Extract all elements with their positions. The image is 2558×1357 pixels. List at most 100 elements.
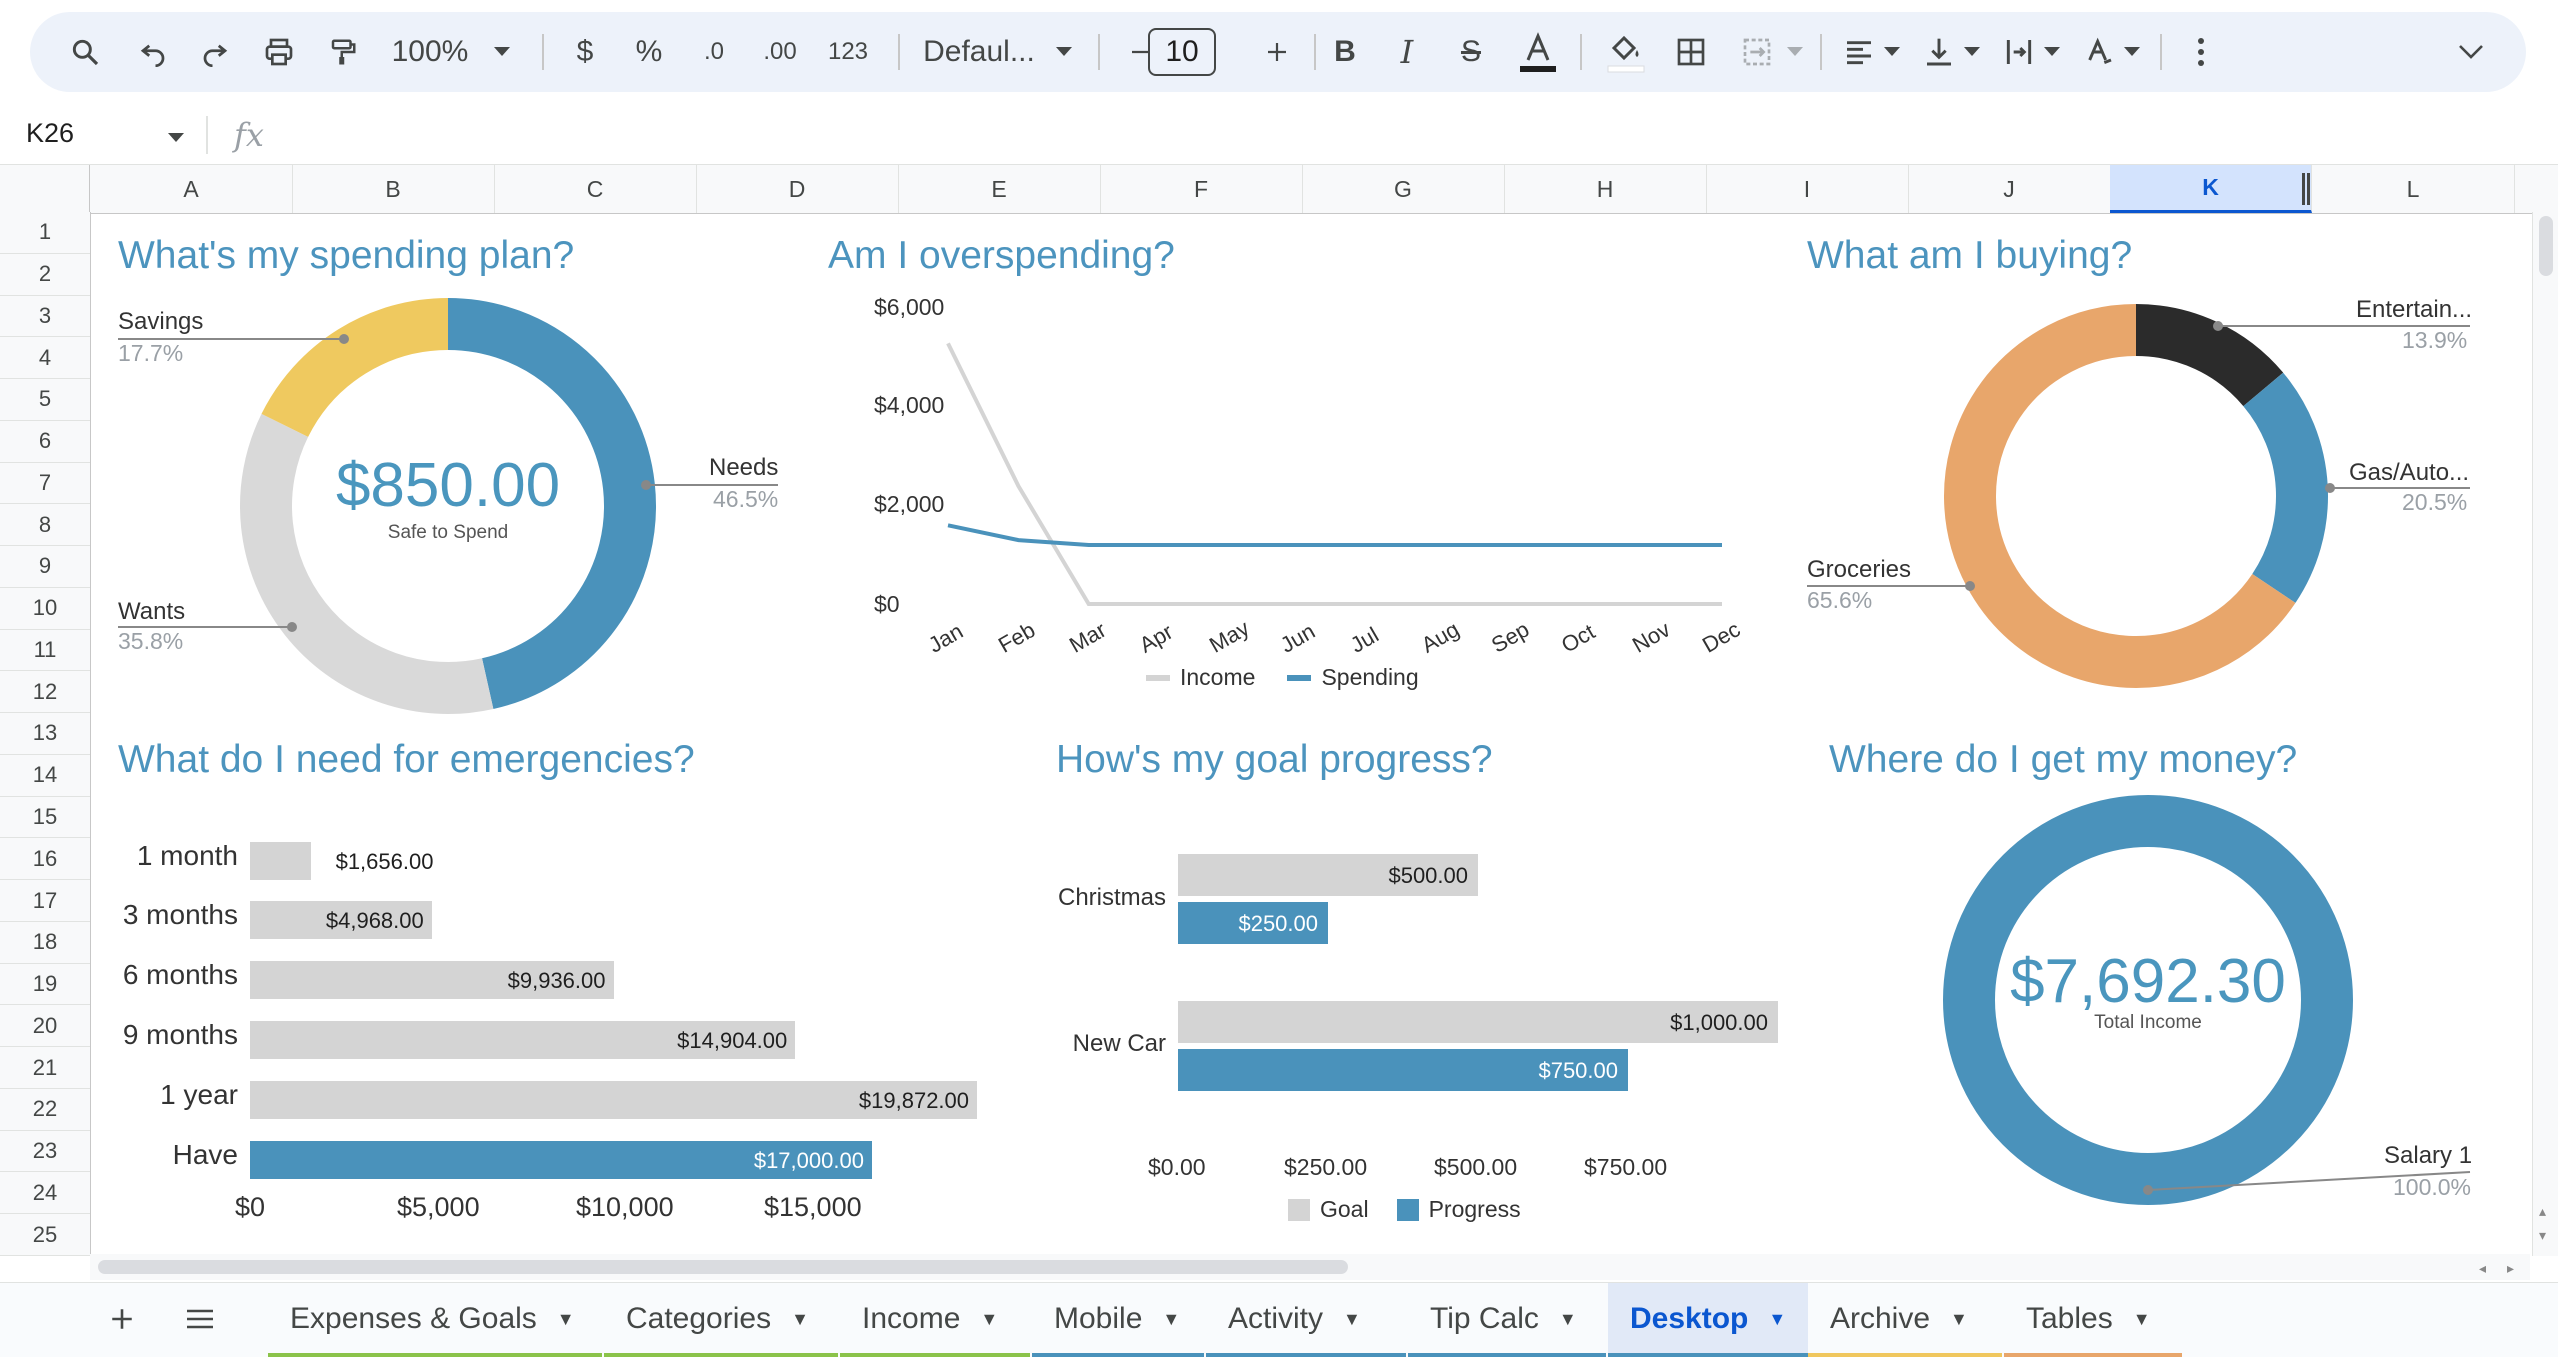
goal-value-christmas-goal: $500.00 — [1388, 863, 1468, 888]
sheet-tab-label: Activity — [1228, 1302, 1324, 1335]
all-sheets-icon[interactable] — [178, 1297, 222, 1341]
sheet-tab-label: Tables — [2026, 1302, 2113, 1335]
horizontal-scroll-thumb[interactable] — [98, 1260, 1348, 1274]
emergency-label-1-year: 1 year — [160, 1079, 238, 1110]
progress-legend-swatch — [1396, 1198, 1419, 1221]
y-tick-0: $0 — [874, 591, 900, 617]
sheet-tab-label: Desktop — [1630, 1302, 1749, 1335]
emergency-value-9-months: $14,904.00 — [677, 1028, 788, 1053]
emergency-value-1-month: $1,656.00 — [335, 849, 434, 874]
total-income-value: $7,692.30 — [2010, 947, 2286, 1016]
emergency-value-1-year: $19,872.00 — [858, 1088, 970, 1113]
emergency-bar-1-month[interactable] — [250, 842, 311, 880]
horizontal-scrollbar[interactable]: ◂ ▸ — [90, 1254, 2530, 1280]
sheet-tab-color-strip — [604, 1353, 838, 1357]
salary-label: Salary 1 — [2384, 1142, 2473, 1169]
sheet-tab-menu-icon[interactable]: ▼ — [2133, 1309, 2151, 1330]
sheet-tab-color-strip — [1032, 1353, 1204, 1357]
savings-pct: 17.7% — [118, 340, 184, 366]
sheet-tab-menu-icon[interactable]: ▼ — [1162, 1309, 1180, 1330]
sheet-tab-tables[interactable]: Tables ▼ — [2004, 1283, 2182, 1355]
safe-to-spend-value: $850.00 — [335, 451, 561, 520]
sheet-tab-menu-icon[interactable]: ▼ — [1768, 1309, 1786, 1330]
emergency-label-3-months: 3 months — [122, 899, 238, 930]
needs-pct: 46.5% — [713, 486, 779, 512]
vertical-scroll-thumb[interactable] — [2539, 216, 2553, 276]
goal-value-christmas-progress: $250.00 — [1238, 911, 1318, 936]
sheet-tab-menu-icon[interactable]: ▼ — [557, 1309, 575, 1330]
sheet-tab-tip-calc[interactable]: Tip Calc ▼ — [1408, 1283, 1606, 1355]
sheet-tab-mobile[interactable]: Mobile ▼ — [1032, 1283, 1204, 1355]
needs-label: Needs — [709, 454, 779, 481]
spending-legend-label: Spending — [1321, 664, 1419, 690]
y-tick-2000: $2,000 — [874, 491, 945, 517]
sheet-tab-label: Mobile — [1054, 1302, 1143, 1335]
safe-to-spend-label: Safe to Spend — [387, 522, 509, 543]
sheet-tab-label: Categories — [626, 1302, 772, 1335]
goal-x-tick-0: $0.00 — [1148, 1154, 1206, 1180]
sheet-tab-menu-icon[interactable]: ▼ — [1950, 1309, 1968, 1330]
overspending-legend: Income Spending — [1146, 664, 1419, 691]
emg-x-tick-0: $0 — [235, 1192, 266, 1222]
emergency-label-6-months: 6 months — [122, 959, 238, 990]
groceries-label: Groceries — [1807, 556, 1912, 583]
goal-value-new-car-goal: $1,000.00 — [1670, 1010, 1768, 1035]
income-legend-label: Income — [1180, 664, 1256, 690]
emergency-label-9-months: 9 months — [122, 1019, 238, 1050]
wants-pct: 35.8% — [118, 628, 184, 654]
spending-legend-swatch — [1287, 674, 1312, 681]
emergency-value-have: $17,000.00 — [753, 1148, 864, 1173]
sheet-tab-label: Archive — [1830, 1302, 1931, 1335]
progress-legend-label: Progress — [1428, 1196, 1521, 1222]
goal-x-tick-250: $250.00 — [1284, 1154, 1368, 1180]
wants-leader-dot — [287, 622, 297, 632]
scroll-right-icon[interactable]: ▸ — [2507, 1260, 2514, 1277]
emergencies-title: What do I need for emergencies? — [118, 738, 695, 781]
wants-label: Wants — [118, 598, 186, 625]
goal-x-tick-750: $750.00 — [1584, 1154, 1668, 1180]
sheet-tab-label: Expenses & Goals — [290, 1302, 537, 1335]
vertical-scrollbar[interactable]: ▴ ▾ — [2532, 212, 2558, 1256]
sheet-tab-label: Tip Calc — [1430, 1302, 1539, 1335]
emg-x-tick-5000: $5,000 — [397, 1192, 480, 1222]
income-legend-swatch — [1146, 674, 1170, 681]
sheet-tab-bar: Expenses & Goals ▼ Categories ▼ Income ▼ Mobil… — [0, 1282, 2558, 1357]
sheet-tab-desktop[interactable]: Desktop ▼ — [1608, 1283, 1808, 1355]
groceries-pct: 65.6% — [1807, 587, 1873, 613]
sheet-tab-income[interactable]: Income ▼ — [840, 1283, 1030, 1355]
add-sheet-icon[interactable] — [100, 1297, 144, 1341]
emg-x-tick-15000: $15,000 — [764, 1192, 862, 1222]
sheet-tab-label: Income — [862, 1302, 961, 1335]
scroll-up-icon[interactable]: ▴ — [2539, 1203, 2546, 1220]
sheet-tab-menu-icon[interactable]: ▼ — [980, 1309, 998, 1330]
goal-progress-title: How's my goal progress? — [1056, 738, 1493, 781]
emg-x-tick-10000: $10,000 — [576, 1192, 674, 1222]
emergency-value-6-months: $9,936.00 — [507, 968, 606, 993]
goal-label-christmas: Christmas — [1057, 884, 1166, 911]
goal-legend: Goal Progress — [1288, 1196, 1521, 1223]
total-income-label: Total Income — [2094, 1012, 2202, 1033]
sheet-tab-menu-icon[interactable]: ▼ — [1559, 1309, 1577, 1330]
sheet-tab-activity[interactable]: Activity ▼ — [1206, 1283, 1406, 1355]
gas-pct: 20.5% — [2402, 489, 2468, 515]
overspending-title: Am I overspending? — [828, 234, 1175, 277]
sheet-tab-expenses-goals[interactable]: Expenses & Goals ▼ — [268, 1283, 602, 1355]
goal-label-new-car: New Car — [1072, 1030, 1166, 1057]
entertain-label: Entertain... — [2356, 296, 2473, 323]
sheet-tab-color-strip — [1206, 1353, 1406, 1357]
sheet-tab-categories[interactable]: Categories ▼ — [604, 1283, 838, 1355]
buying-title: What am I buying? — [1807, 234, 2133, 277]
goal-legend-label: Goal — [1320, 1196, 1369, 1222]
sheet-tab-archive[interactable]: Archive ▼ — [1808, 1283, 2002, 1355]
salary-pct: 100.0% — [2393, 1174, 2472, 1200]
scroll-left-icon[interactable]: ◂ — [2479, 1260, 2486, 1277]
scroll-down-icon[interactable]: ▾ — [2539, 1227, 2546, 1244]
savings-leader-dot — [339, 334, 349, 344]
sheet-tab-color-strip — [1608, 1353, 1808, 1357]
sheet-tab-menu-icon[interactable]: ▼ — [791, 1309, 809, 1330]
sheet-tab-color-strip — [1408, 1353, 1606, 1357]
sheet-tab-menu-icon[interactable]: ▼ — [1343, 1309, 1361, 1330]
entertain-pct: 13.9% — [2402, 327, 2468, 353]
sheet-tab-color-strip — [2004, 1353, 2182, 1357]
emergency-label-1-month: 1 month — [136, 840, 238, 871]
